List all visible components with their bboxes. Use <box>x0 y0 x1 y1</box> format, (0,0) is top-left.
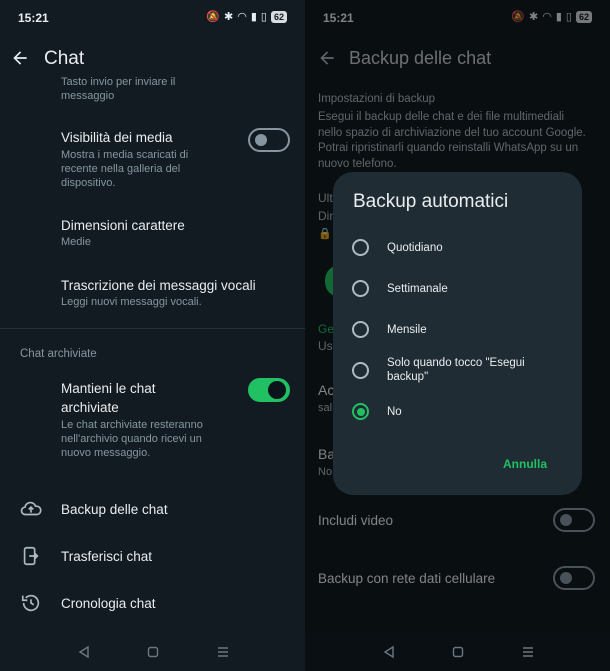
radio-button[interactable] <box>352 362 369 379</box>
sim-icon: ▯ <box>260 11 267 23</box>
chat-backup-screen: 15:21 🔕 ✱ ◠ ▮ ▯ 62 Backup delle chat Imp… <box>305 0 610 671</box>
nav-menu-icon[interactable] <box>216 645 230 659</box>
nav-back-icon[interactable] <box>382 645 396 659</box>
battery-icon: 62 <box>270 10 287 23</box>
media-visibility-subtitle: Mostra i media scaricati di recente nell… <box>61 149 189 189</box>
toggle-knob <box>268 381 286 399</box>
chat-settings-screen: 15:21 🔕 ✱ ◠ ▮ ▯ 62 Chat Tasto invio per … <box>0 0 305 671</box>
system-nav-bar <box>305 633 610 671</box>
status-bar: 15:21 🔕 ✱ ◠ ▮ ▯ 62 <box>0 0 305 36</box>
signal-icon: ▮ <box>250 11 257 23</box>
voice-transcription-subtitle: Leggi nuovi messaggi vocali. <box>61 296 202 308</box>
option-label: Quotidiano <box>387 242 443 254</box>
media-visibility-title: Visibilità dei media <box>61 130 173 145</box>
status-icons: 🔕 ✱ ◠ ▮ ▯ 62 <box>206 10 287 23</box>
chat-backup-label: Backup delle chat <box>61 502 168 517</box>
auto-backup-dialog: Backup automatici Quotidiano Settimanale… <box>333 172 582 495</box>
media-visibility-toggle[interactable] <box>248 128 290 152</box>
keep-archived-title: Mantieni le chat archiviate <box>61 381 156 415</box>
radio-button[interactable] <box>352 280 369 297</box>
status-time: 15:21 <box>18 11 49 25</box>
archived-section-label: Chat archiviate <box>20 348 97 360</box>
history-icon <box>21 594 40 612</box>
option-daily[interactable]: Quotidiano <box>333 235 582 259</box>
radio-button[interactable] <box>352 321 369 338</box>
previous-setting-subtitle: Tasto invio per inviare il messaggio <box>61 76 176 102</box>
cancel-button[interactable]: Annulla <box>503 457 547 471</box>
dialog-title: Backup automatici <box>353 191 509 212</box>
section-divider <box>0 328 305 329</box>
nav-menu-icon[interactable] <box>521 645 535 659</box>
chat-backup-link[interactable]: Backup delle chat <box>0 496 305 526</box>
keep-archived-subtitle: Le chat archiviate resteranno nell'archi… <box>61 419 203 459</box>
wifi-icon: ◠ <box>237 11 247 23</box>
bluetooth-icon: ✱ <box>224 11 234 23</box>
font-size-item[interactable]: Dimensioni carattere Medie <box>0 214 305 252</box>
nav-home-icon[interactable] <box>451 645 465 659</box>
radio-button-selected[interactable] <box>352 403 369 420</box>
chat-history-link[interactable]: Cronologia chat <box>0 590 305 620</box>
back-arrow-icon[interactable] <box>10 48 30 68</box>
font-size-title: Dimensioni carattere <box>61 218 185 233</box>
option-label: No <box>387 406 402 418</box>
voice-transcription-title: Trascrizione dei messaggi vocali <box>61 278 256 293</box>
keep-archived-item[interactable]: Mantieni le chat archiviate Le chat arch… <box>0 377 305 463</box>
radio-button[interactable] <box>352 239 369 256</box>
option-label: Mensile <box>387 324 427 336</box>
system-nav-bar <box>0 633 305 671</box>
font-size-value: Medie <box>61 236 91 248</box>
nav-back-icon[interactable] <box>77 645 91 659</box>
transfer-chats-label: Trasferisci chat <box>61 549 153 564</box>
cloud-upload-icon <box>20 501 42 516</box>
voice-transcription-item[interactable]: Trascrizione dei messaggi vocali Leggi n… <box>0 274 305 312</box>
option-label: Solo quando tocco "Esegui backup" <box>387 357 525 383</box>
phone-transfer-icon <box>23 546 39 566</box>
option-monthly[interactable]: Mensile <box>333 317 582 341</box>
media-visibility-item[interactable]: Visibilità dei media Mostra i media scar… <box>0 126 305 192</box>
keep-archived-toggle[interactable] <box>248 378 290 402</box>
option-never[interactable]: No <box>333 400 582 424</box>
option-weekly[interactable]: Settimanale <box>333 276 582 300</box>
chat-history-label: Cronologia chat <box>61 596 156 611</box>
page-title: Chat <box>44 48 85 69</box>
transfer-chats-link[interactable]: Trasferisci chat <box>0 543 305 573</box>
nav-home-icon[interactable] <box>146 645 160 659</box>
mute-icon: 🔕 <box>206 11 221 23</box>
option-label: Settimanale <box>387 283 448 295</box>
toggle-knob <box>255 134 267 146</box>
previous-setting-item[interactable]: Tasto invio per inviare il messaggio <box>0 75 305 105</box>
app-bar: Chat <box>0 36 305 80</box>
option-manual-only[interactable]: Solo quando tocco "Esegui backup" <box>333 355 582 387</box>
